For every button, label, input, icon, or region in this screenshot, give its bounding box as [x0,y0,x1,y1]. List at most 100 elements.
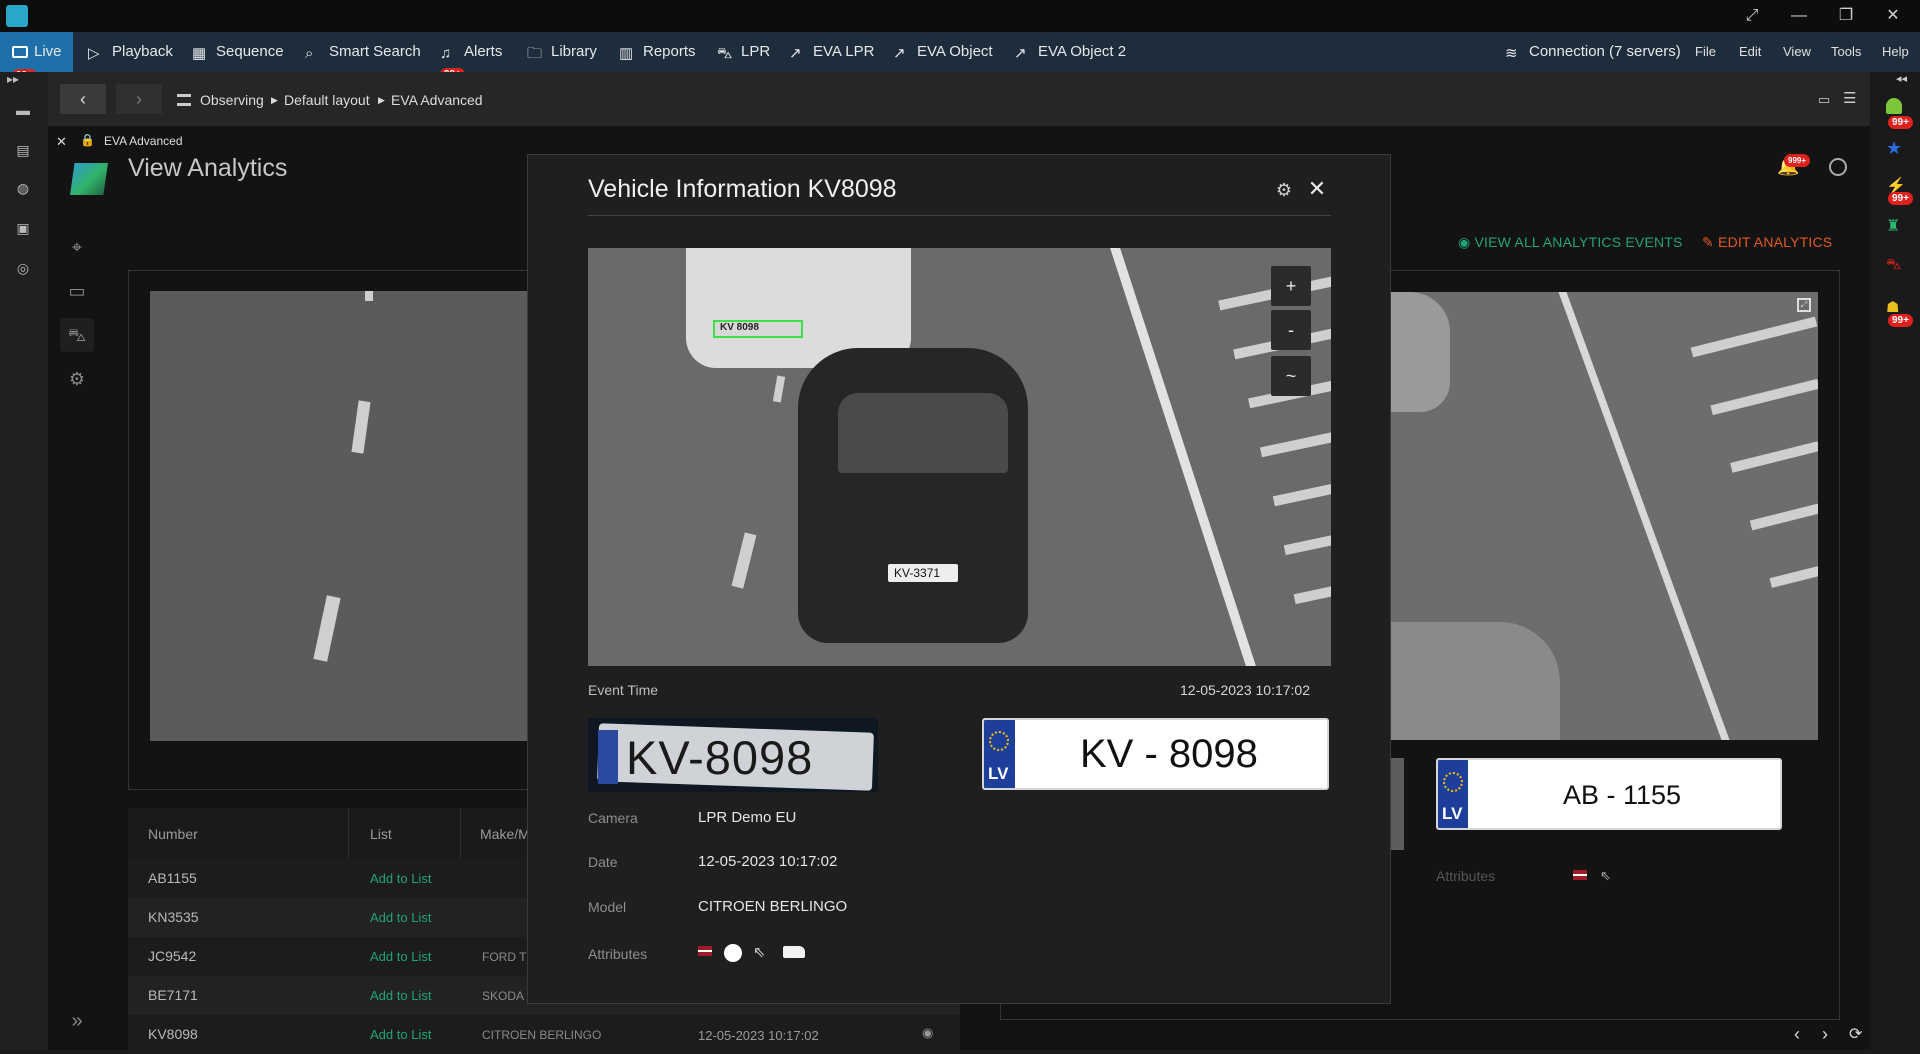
tab-reports[interactable]: ▥ Reports [619,32,696,72]
user-alert-icon[interactable] [1886,98,1902,114]
minimize-icon[interactable]: — [1787,4,1811,28]
col-make[interactable]: Make/M [480,826,530,842]
map-icon[interactable]: ◍ [14,180,32,196]
bell-icon: ♫ [440,45,452,62]
layout-menu-icon[interactable] [177,94,191,106]
breadcrumb-default-layout[interactable]: Default layout [284,92,370,108]
col-number[interactable]: Number [148,826,198,842]
attributes-label: Attributes [588,946,648,962]
expand-sidebar-icon[interactable]: » [60,1004,94,1038]
breadcrumb-observing[interactable]: Observing [200,92,264,108]
zoom-out-button[interactable]: - [1271,310,1311,350]
settings-nav-icon[interactable]: ⚙ [60,362,94,396]
menu-tools[interactable]: Tools [1831,32,1861,72]
menu-help[interactable]: Help [1882,32,1909,72]
tab-sequence[interactable]: ▦ Sequence [192,32,284,72]
star-alert-icon[interactable]: ★ [1886,138,1902,159]
expand-rail-icon[interactable]: ▸▸ [4,72,22,86]
next-icon[interactable]: › [1822,1024,1828,1045]
zoom-fit-button[interactable]: ~ [1271,356,1311,396]
tab-live-label: Live [34,43,62,60]
prev-icon[interactable]: ‹ [1794,1024,1800,1045]
eye-icon: ◉ [1458,234,1475,250]
connection-status[interactable]: ≋ Connection (7 servers) [1505,32,1681,72]
snapshot-plate-1: KV 8098 [720,322,759,333]
hamburger-icon[interactable]: ☰ [1843,89,1856,107]
tab-library[interactable]: 🗀 Library [527,32,597,72]
camera-value: LPR Demo EU [698,809,797,826]
menu-file[interactable]: File [1695,32,1716,72]
layout-icon[interactable]: ▬ [14,102,32,118]
rail-badge-3: 99+ [1888,314,1913,327]
view-all-events-link[interactable]: ◉ VIEW ALL ANALYTICS EVENTS [1458,234,1683,251]
tab-eva-object[interactable]: ↗ EVA Object [893,32,993,72]
row-number: BE7171 [148,987,198,1003]
restore-icon[interactable]: ❐ [1834,4,1858,28]
row-number: AB1155 [148,870,197,886]
grid-layout-icon[interactable]: ▭ [1818,92,1830,108]
zoom-in-button[interactable]: + [1271,266,1311,306]
collapse-rail-icon[interactable]: ◂◂ [1896,72,1907,85]
view-row-icon[interactable]: ◉ [922,1025,933,1041]
plate-number: KV - 8098 [1080,732,1258,776]
edit-analytics-link[interactable]: ✎ EDIT ANALYTICS [1702,234,1832,251]
add-to-list-link[interactable]: Add to List [370,1027,431,1042]
monitors-icon[interactable]: ▣ [14,220,32,236]
left-video-feed[interactable] [150,291,530,741]
tab-smart-search[interactable]: ⌕ Smart Search [305,32,421,72]
external-icon: ↗ [789,45,802,62]
rail-badge-2: 99+ [1888,192,1913,205]
vehicle-snapshot[interactable]: KV 8098 KV-3371 + - ~ [588,248,1331,666]
table-row[interactable]: KV8098 Add to List CITROEN BERLINGO 12-0… [128,1015,960,1054]
user-avatar-icon[interactable] [1829,158,1847,176]
snapshot-plate-2: KV-3371 [894,566,941,580]
fullscreen-icon[interactable]: ⤢ [1797,298,1811,312]
refresh-icon[interactable]: ⟳ [1849,1024,1862,1044]
play-icon: ▷ [88,45,100,62]
tab-eva-object-2[interactable]: ↗ EVA Object 2 [1014,32,1126,72]
model-value: CITROEN BERLINGO [698,898,848,915]
forward-button[interactable]: › [116,84,162,114]
menu-edit[interactable]: Edit [1739,32,1761,72]
tab-live[interactable]: Live [0,32,73,72]
back-button[interactable]: ‹ [60,84,106,114]
menu-view[interactable]: View [1783,32,1811,72]
camera-label: Camera [588,810,638,826]
bus-icon[interactable]: ▭ [60,274,94,308]
add-to-list-link[interactable]: Add to List [370,949,431,964]
tab-reports-label: Reports [643,43,696,60]
col-list[interactable]: List [370,826,392,842]
target-icon[interactable]: ⌖ [60,230,94,264]
close-panel-icon[interactable]: ✕ [56,134,67,150]
web-icon[interactable]: ◎ [14,260,32,276]
tab-eva-lpr[interactable]: ↗ EVA LPR [789,32,874,72]
plate-country: LV [1442,804,1463,823]
close-icon[interactable]: ✕ [1305,177,1329,201]
tab-lpr[interactable]: ⛍ LPR [717,32,770,72]
plate-crop-text: KV-8098 [626,731,814,784]
add-to-list-link[interactable]: Add to List [370,871,431,886]
breadcrumb-eva-advanced[interactable]: EVA Advanced [391,92,483,108]
car-nav-icon[interactable]: ⛍ [60,318,94,352]
tab-eva-lpr-label: EVA LPR [813,43,875,60]
close-window-icon[interactable]: ✕ [1881,4,1905,28]
grid-icon: ▦ [192,45,207,62]
latvia-flag-icon [698,946,712,956]
gear-icon[interactable]: ⚙ [1273,179,1295,201]
row-make: FORD T [482,950,527,964]
external-icon: ↗ [1014,45,1027,62]
title-divider [588,215,1331,216]
camera-list-icon[interactable]: ▤ [14,142,32,158]
signal-icon[interactable]: ♜ [1886,216,1900,236]
add-to-list-link[interactable]: Add to List [370,988,431,1003]
latvia-flag-icon [1573,870,1587,880]
tab-sequence-label: Sequence [216,43,284,60]
model-label: Model [588,899,627,915]
add-to-list-link[interactable]: Add to List [370,910,431,925]
expand-icon[interactable]: ⤢ [1740,4,1764,28]
tab-alerts[interactable]: ♫ Alerts [440,32,502,72]
tab-playback[interactable]: ▷ Playback [88,32,173,72]
car-alert-icon[interactable]: ⛍ [1886,256,1901,275]
right-video-feed[interactable] [1390,292,1818,740]
edit-label: EDIT ANALYTICS [1718,234,1833,250]
